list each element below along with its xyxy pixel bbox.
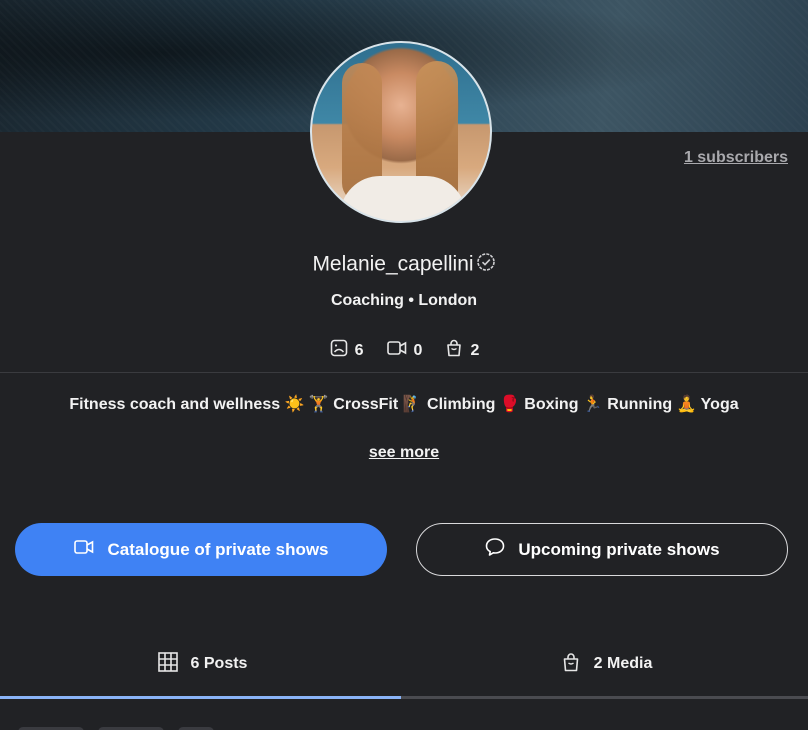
username: Melanie_capellini xyxy=(312,252,474,276)
avatar[interactable] xyxy=(310,41,492,223)
video-icon xyxy=(386,338,408,363)
shopping-bag-icon xyxy=(560,651,582,678)
tab-indicator-track xyxy=(0,696,808,699)
see-more-link[interactable]: see more xyxy=(0,444,808,462)
profile-subtitle: Coaching • London xyxy=(330,292,478,309)
username-row: Melanie_capellini xyxy=(0,252,808,278)
verified-icon xyxy=(476,252,496,278)
videos-stat: 0 xyxy=(386,338,423,363)
profile-tabs: 6 Posts 2 Media xyxy=(0,648,808,680)
chat-bubble-icon xyxy=(484,536,506,563)
catalogue-button-label: Catalogue of private shows xyxy=(107,539,329,559)
video-icon xyxy=(73,538,95,561)
photos-count: 6 xyxy=(354,341,364,359)
profile-stats: 6 0 2 xyxy=(0,338,808,363)
tab-media[interactable]: 2 Media xyxy=(404,648,808,680)
videos-count: 0 xyxy=(413,341,423,359)
photos-stat: 6 xyxy=(329,338,364,363)
upcoming-button-label: Upcoming private shows xyxy=(518,539,720,559)
divider xyxy=(0,372,808,373)
photo-icon xyxy=(329,338,349,363)
shopping-bag-icon xyxy=(444,338,464,363)
subscribers-link[interactable]: 1 subscribers xyxy=(684,149,788,167)
tab-posts[interactable]: 6 Posts xyxy=(0,648,404,680)
bio-text: Fitness coach and wellness ☀️ 🏋️ CrossFi… xyxy=(69,396,739,413)
tab-posts-label: 6 Posts xyxy=(190,655,248,672)
catalogue-button[interactable]: Catalogue of private shows xyxy=(15,523,387,576)
grid-icon xyxy=(157,651,179,678)
tab-media-label: 2 Media xyxy=(593,655,653,672)
tab-active-indicator xyxy=(0,696,401,699)
products-count: 2 xyxy=(470,341,480,359)
products-stat: 2 xyxy=(444,338,479,363)
upcoming-shows-button[interactable]: Upcoming private shows xyxy=(416,523,788,576)
